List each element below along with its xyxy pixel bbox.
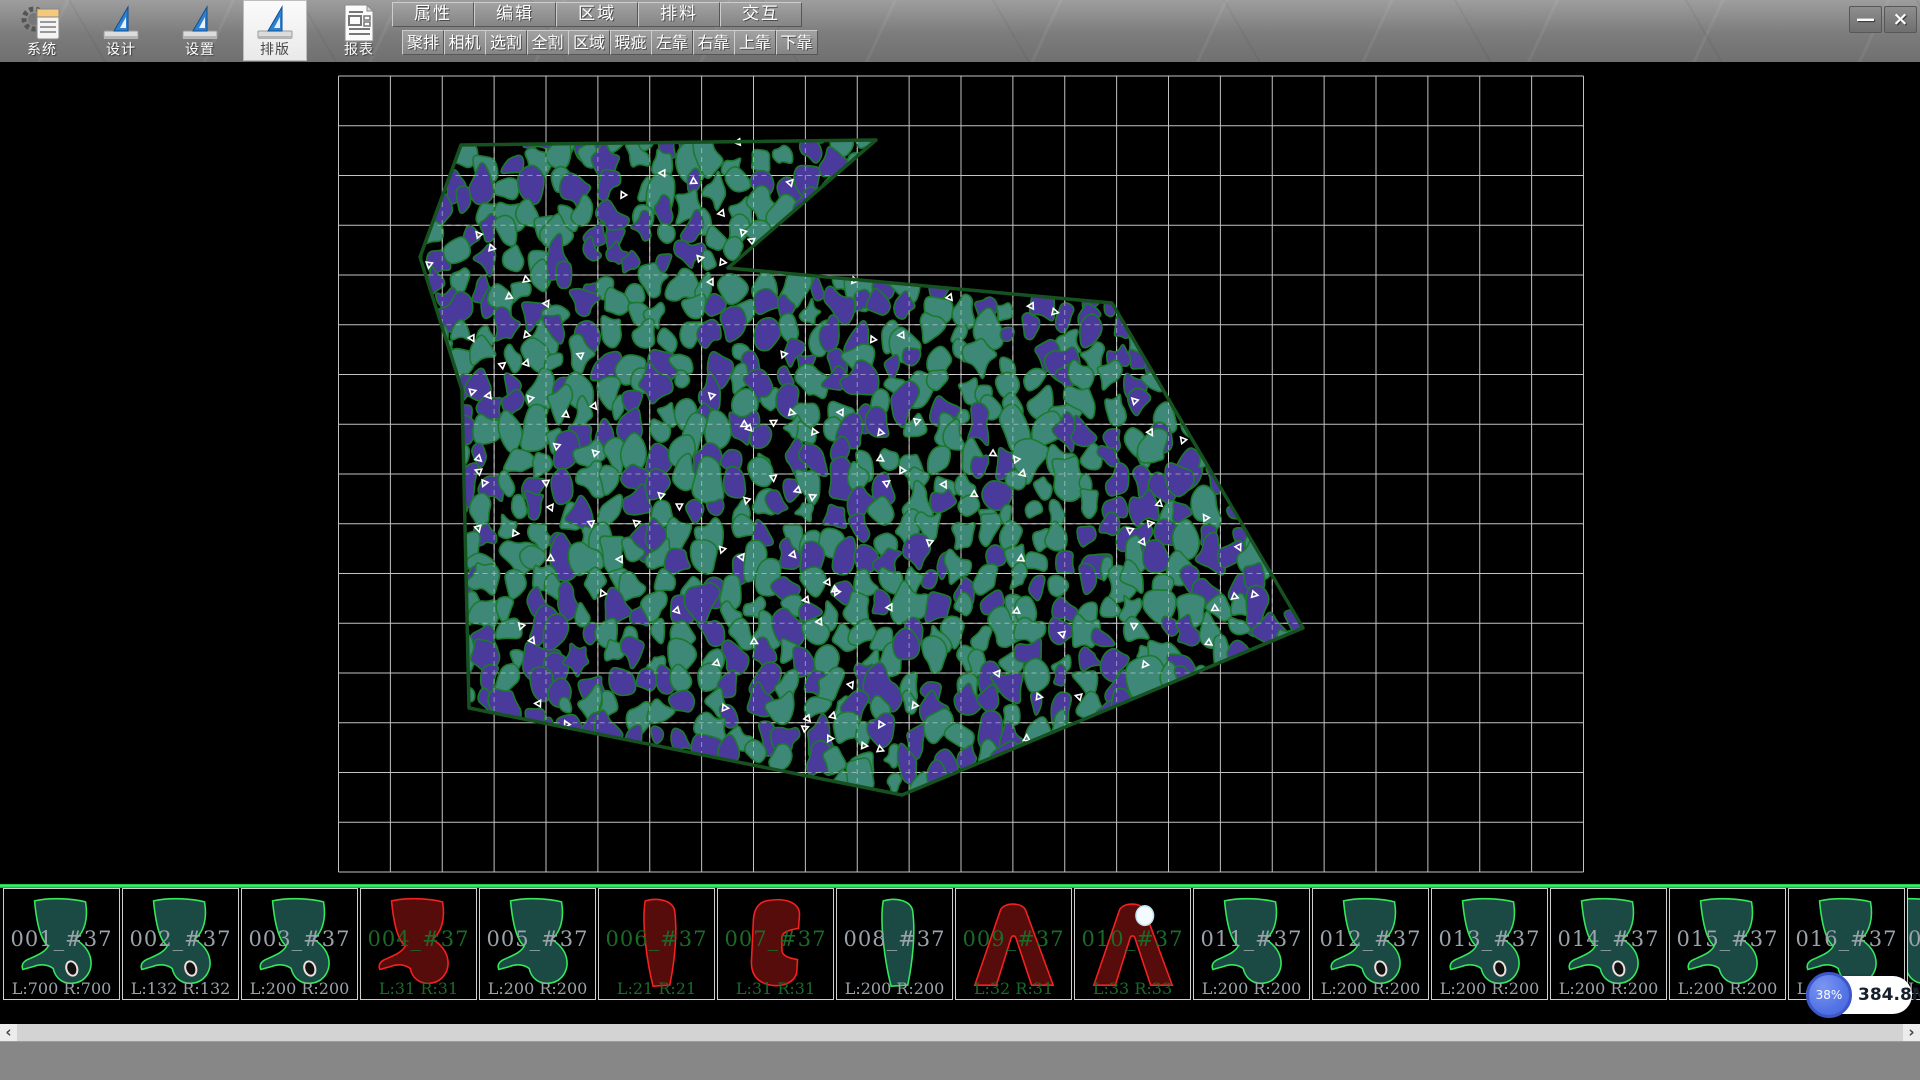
toolbar-button-4[interactable]: 排版	[243, 0, 307, 61]
piece-thumbnail-7[interactable]: 007_#37 L:31 R:31	[717, 888, 834, 1000]
toolbar-button-3[interactable]: 设置	[168, 0, 232, 61]
piece-name: 014_#37	[1551, 927, 1666, 951]
piece-thumbnail-12[interactable]: 012_#37 L:200 R:200	[1312, 888, 1429, 1000]
piece-thumbnail-6[interactable]: 006_#37 L:21 R:21	[598, 888, 715, 1000]
set-square-icon	[177, 3, 223, 43]
piece-thumbnail-15[interactable]: 015_#37 L:200 R:200	[1669, 888, 1786, 1000]
piece-lr-count: L:200 R:200	[242, 979, 357, 998]
report-icon	[336, 3, 382, 43]
horizontal-scrollbar[interactable]: ‹ ›	[0, 1024, 1920, 1041]
piece-thumbnail-3[interactable]: 003_#37 L:200 R:200	[241, 888, 358, 1000]
piece-thumbnail-17[interactable]: 0L:	[1907, 888, 1920, 1000]
piece-lr-count: L:31 R:31	[718, 979, 833, 998]
nesting-canvas-svg	[0, 62, 1920, 884]
toolbar-button-label: 设计	[89, 39, 153, 59]
progress-percent: 38%	[1816, 988, 1843, 1002]
piece-name: 003_#37	[242, 927, 357, 951]
progress-circle: 38%	[1806, 972, 1852, 1018]
nested-pieces-layer	[396, 113, 1307, 810]
menu-row1-button-4[interactable]: 排料	[638, 2, 720, 27]
piece-lr-count: L:31 R:31	[361, 979, 476, 998]
gear-doc-icon	[19, 3, 65, 43]
piece-lr-count: L:33 R:33	[1075, 979, 1190, 998]
piece-name: 013_#37	[1432, 927, 1547, 951]
application-window: 系统设计设置排版报表 属性编辑区域排料交互 聚排相机选割全割区域瑕疵左靠右靠上靠…	[0, 0, 1920, 1080]
toolbar-button-5[interactable]: 报表	[327, 0, 391, 61]
menu-row1-button-2[interactable]: 编辑	[474, 2, 556, 27]
menu-row2-button-3[interactable]: 选割	[485, 30, 527, 55]
nesting-canvas[interactable]	[0, 62, 1920, 884]
piece-name: 011_#37	[1194, 927, 1309, 951]
piece-name: 0	[1908, 927, 1920, 951]
toolbar-button-1[interactable]: 系统	[10, 0, 74, 61]
piece-lr-count: L:700 R:700	[4, 979, 119, 998]
piece-thumbnail-14[interactable]: 014_#37 L:200 R:200	[1550, 888, 1667, 1000]
piece-name: 005_#37	[480, 927, 595, 951]
piece-lr-count: L:200 R:200	[1551, 979, 1666, 998]
piece-lr-count: L:200 R:200	[1670, 979, 1785, 998]
scroll-left-arrow-icon[interactable]: ‹	[0, 1024, 17, 1041]
piece-lr-count: L:200 R:200	[1194, 979, 1309, 998]
piece-name: 008_#37	[837, 927, 952, 951]
close-button[interactable]: ×	[1884, 6, 1917, 33]
piece-thumbnail-strip: 001_#37L:700 R:700002_#37L:132 R:132003_…	[0, 888, 1920, 1002]
piece-name: 012_#37	[1313, 927, 1428, 951]
menu-row2-button-6[interactable]: 瑕疵	[610, 30, 652, 55]
menu-row2-button-8[interactable]: 右靠	[693, 30, 735, 55]
piece-thumbnail-1[interactable]: 001_#37 L:700 R:700	[3, 888, 120, 1000]
menu-row1-button-5[interactable]: 交互	[720, 2, 802, 27]
piece-lr-count: L:200 R:200	[837, 979, 952, 998]
piece-thumbnail-9[interactable]: 009_#37 L:32 R:31	[955, 888, 1072, 1000]
piece-lr-count: L:200 R:200	[480, 979, 595, 998]
scroll-right-arrow-icon[interactable]: ›	[1903, 1024, 1920, 1041]
menu-row2-button-5[interactable]: 区域	[568, 30, 610, 55]
piece-name: 016_#37	[1789, 927, 1904, 951]
piece-name: 006_#37	[599, 927, 714, 951]
piece-thumbnail-13[interactable]: 013_#37 L:200 R:200	[1431, 888, 1548, 1000]
menu-row1-button-1[interactable]: 属性	[392, 2, 474, 27]
piece-name: 007_#37	[718, 927, 833, 951]
menu-row2-button-1[interactable]: 聚排	[402, 30, 444, 55]
piece-lr-count: L:132 R:132	[123, 979, 238, 998]
menu-row1-button-3[interactable]: 区域	[556, 2, 638, 27]
toolbar-button-label: 设置	[168, 39, 232, 59]
piece-name: 015_#37	[1670, 927, 1785, 951]
set-square-icon	[252, 3, 298, 43]
piece-thumbnail-5[interactable]: 005_#37 L:200 R:200	[479, 888, 596, 1000]
menu-row2-button-9[interactable]: 上靠	[734, 30, 776, 55]
piece-name: 004_#37	[361, 927, 476, 951]
piece-name: 001_#37	[4, 927, 119, 951]
piece-thumbnail-10[interactable]: 010_#37 L:33 R:33	[1074, 888, 1191, 1000]
titlebar-toolbar: 系统设计设置排版报表 属性编辑区域排料交互 聚排相机选割全割区域瑕疵左靠右靠上靠…	[0, 0, 1920, 63]
menu-row2-button-4[interactable]: 全割	[527, 30, 569, 55]
piece-name: 010_#37	[1075, 927, 1190, 951]
piece-lr-count: L:200 R:200	[1432, 979, 1547, 998]
toolbar-button-label: 排版	[243, 39, 307, 59]
piece-thumbnail-11[interactable]: 011_#37 L:200 R:200	[1193, 888, 1310, 1000]
piece-thumbnail-4[interactable]: 004_#37 L:31 R:31	[360, 888, 477, 1000]
menu-row2-button-7[interactable]: 左靠	[651, 30, 693, 55]
menu-row2-button-2[interactable]: 相机	[444, 30, 486, 55]
piece-lr-count: L:200 R:200	[1313, 979, 1428, 998]
piece-name: 002_#37	[123, 927, 238, 951]
piece-lr-count: L:32 R:31	[956, 979, 1071, 998]
piece-thumbnail-8[interactable]: 008_#37 L:200 R:200	[836, 888, 953, 1000]
minimize-button[interactable]: —	[1849, 6, 1882, 33]
toolbar-button-2[interactable]: 设计	[89, 0, 153, 61]
piece-name: 009_#37	[956, 927, 1071, 951]
menu-row2-button-10[interactable]: 下靠	[776, 30, 818, 55]
toolbar-button-label: 报表	[327, 39, 391, 59]
status-bar	[0, 1041, 1920, 1080]
piece-lr-count: L:21 R:21	[599, 979, 714, 998]
set-square-icon	[98, 3, 144, 43]
toolbar-button-label: 系统	[10, 39, 74, 59]
memory-value: 384.8M	[1858, 985, 1920, 1005]
piece-thumbnail-2[interactable]: 002_#37 L:132 R:132	[122, 888, 239, 1000]
